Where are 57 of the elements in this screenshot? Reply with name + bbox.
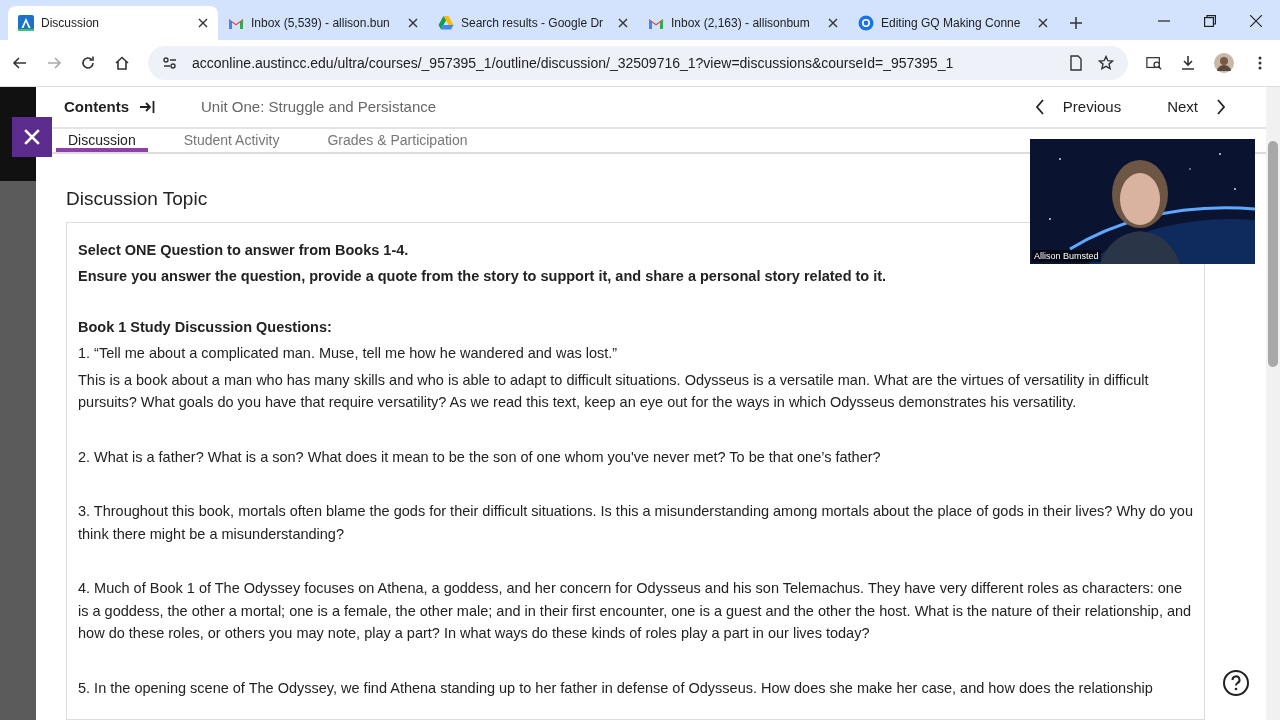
circle-logo-icon [858, 15, 874, 31]
reload-icon[interactable] [80, 55, 96, 71]
section-title: Discussion Topic [66, 187, 209, 210]
close-icon[interactable] [618, 18, 628, 28]
tab-title: Inbox (5,539) - allison.bun [251, 16, 391, 30]
tab-title: Editing GQ Making Conne [881, 16, 1022, 30]
new-tab-icon[interactable] [1070, 17, 1082, 29]
browser-tab[interactable]: Discussion [8, 6, 218, 40]
browser-tab[interactable]: Editing GQ Making Conne [848, 6, 1058, 40]
site-settings-icon[interactable] [162, 55, 178, 71]
question-text: 2. What is a father? What is a son? What does it mean to be the son of one whom you've never met? To be that one’s father? [78, 447, 882, 467]
next-button[interactable]: Next [1167, 98, 1226, 116]
address-bar[interactable]: acconline.austincc.edu/ultra/courses/_957395_1/outline/discussion/_32509716_1?view=discussions&courseId=_957395_1 [148, 46, 1128, 80]
scrollbar[interactable] [1266, 87, 1280, 720]
search-icon[interactable] [1146, 55, 1162, 71]
close-icon[interactable] [1038, 18, 1048, 28]
instruction-text: Select ONE Question to answer from Books 1-4. [78, 240, 409, 260]
instruction-text: Ensure you answer the question, provide a quote from the story to support it, and share a personal story related to it. [78, 267, 887, 286]
close-icon[interactable] [198, 18, 208, 28]
tab-title: Search results - Google Dr [461, 16, 605, 30]
close-icon[interactable] [408, 18, 418, 28]
browser-tab[interactable]: Search results - Google Dr [428, 6, 638, 40]
browser-tab[interactable]: Inbox (5,539) - allison.bun [218, 6, 428, 40]
previous-button[interactable]: Previous [1034, 98, 1122, 116]
tab-title: Inbox (2,163) - allisonbum [671, 16, 811, 30]
paragraph-text: This is a book about a man who has many skills and who is able to adapt to difficult situations. Odysseus is a versatile man. What are the virtues of versatility in difficult pursuits? What goals do you have that require versatility? As we read this text, keep an eye out for the ways in which Odysseus demonstrates his versatility. [78, 370, 1150, 412]
tab[interactable]: Discussion [56, 128, 148, 152]
unit-title: Unit One: Struggle and Persistance [201, 98, 437, 116]
star-icon[interactable] [1098, 55, 1114, 71]
restore-icon[interactable] [1204, 15, 1216, 27]
close-icon[interactable] [828, 18, 838, 28]
chevron-left-icon [1034, 98, 1045, 115]
participant-name: Allison Bumsted [1032, 250, 1101, 262]
tab-title: Discussion [41, 16, 101, 30]
question-text: 1. “Tell me about a complicated man. Muse, tell me how he wandered and was lost.” [78, 344, 619, 363]
home-icon[interactable] [114, 55, 130, 71]
url-text: acconline.austincc.edu/ultra/courses/_957395_1/outline/discussion/_32509716_1?view=discussions&courseId=_957395_1 [192, 55, 955, 71]
tab[interactable]: Grades & Participation [315, 128, 480, 152]
close-icon [24, 129, 40, 145]
collapse-icon [139, 99, 155, 114]
questions-heading: Book 1 Study Discussion Questions: [78, 317, 333, 337]
tab[interactable]: Student Activity [171, 128, 292, 152]
close-button[interactable] [12, 117, 52, 157]
blackboard-logo-icon [18, 15, 34, 31]
drive-logo-icon [438, 15, 454, 31]
document-icon[interactable] [1068, 55, 1084, 71]
question-text: 5. In the opening scene of The Odyssey, we find Athena standing up to her father in defense of Odysseus. How does she make her case, and how does the relationship [78, 678, 1154, 698]
browser-tab[interactable]: Inbox (2,163) - allisonbum [638, 6, 848, 40]
chevron-right-icon [1216, 98, 1226, 115]
contents-button[interactable]: Contents [64, 98, 155, 116]
question-text: 3. Throughout this book, mortals often blame the gods for their difficult situations. Is this a misunderstanding among mortals about the place of gods in their lives? Why do you think there might be a misunderstanding? [78, 502, 1194, 544]
back-icon[interactable] [12, 55, 28, 71]
close-icon[interactable] [1250, 15, 1262, 27]
question-text: 4. Much of Book 1 of The Odyssey focuses on Athena, a goddess, and her concern for Odysseus and his son Telemachus. They have very different roles as characters: one is a goddess, the other a mortal; one is a female, the other male; and in their first encounter, one is a guest and the other the host. What is the nature of their relationship, and how do these roles, or others you may note, play a part? In what ways do these kinds of roles play a part in our lives today? [78, 579, 1193, 643]
download-icon[interactable] [1180, 55, 1196, 71]
help-icon[interactable] [1222, 669, 1250, 697]
avatar-icon[interactable] [1214, 53, 1234, 73]
